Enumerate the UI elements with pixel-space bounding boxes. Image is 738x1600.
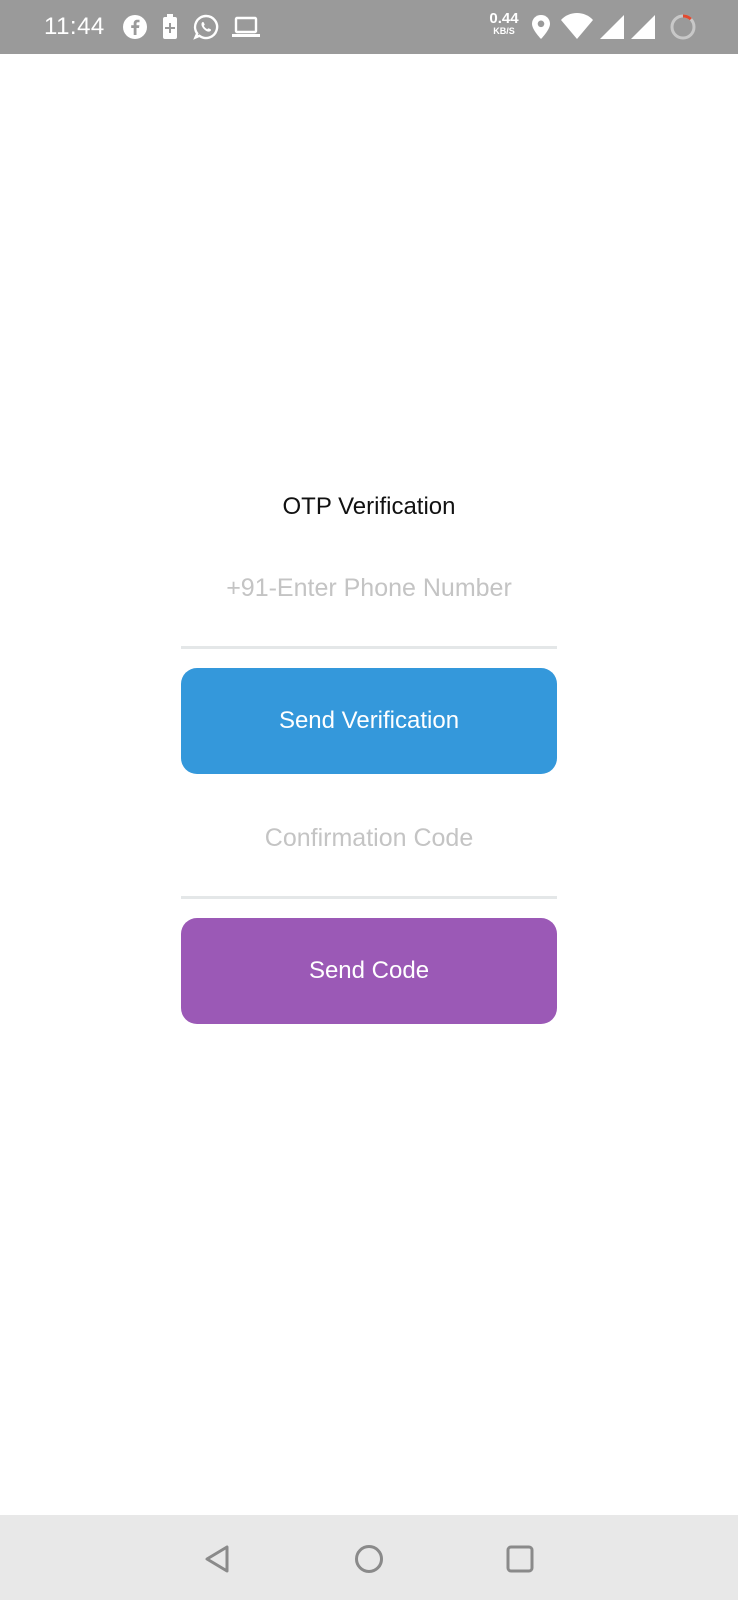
- status-time: 11:44: [44, 13, 105, 40]
- home-icon[interactable]: [349, 1539, 389, 1579]
- signal-icon: [600, 14, 624, 45]
- phone-input-underline: [181, 646, 557, 649]
- phone-number-input[interactable]: [181, 566, 557, 610]
- send-verification-button[interactable]: Send Verification: [181, 668, 557, 774]
- network-speed: 0.44 KB/S: [484, 11, 524, 36]
- network-speed-value: 0.44: [489, 10, 519, 27]
- confirmation-code-input[interactable]: [181, 816, 557, 860]
- code-input-underline: [181, 896, 557, 899]
- facebook-icon: [122, 14, 148, 45]
- send-code-button[interactable]: Send Code: [181, 918, 557, 1024]
- navigation-bar: [0, 1515, 738, 1600]
- status-bar: 11:44 0.44 KB/S: [0, 0, 738, 54]
- recents-icon[interactable]: [500, 1539, 540, 1579]
- page-title: OTP Verification: [282, 493, 456, 520]
- laptop-icon: [232, 14, 260, 45]
- back-icon[interactable]: [199, 1539, 239, 1579]
- signal-icon: [631, 14, 655, 45]
- wifi-icon: [561, 12, 593, 45]
- loading-ring-icon: [669, 13, 697, 46]
- location-icon: [531, 14, 551, 45]
- whatsapp-icon: [193, 14, 219, 45]
- battery-saver-icon: [162, 14, 178, 45]
- network-speed-unit: KB/S: [493, 26, 515, 36]
